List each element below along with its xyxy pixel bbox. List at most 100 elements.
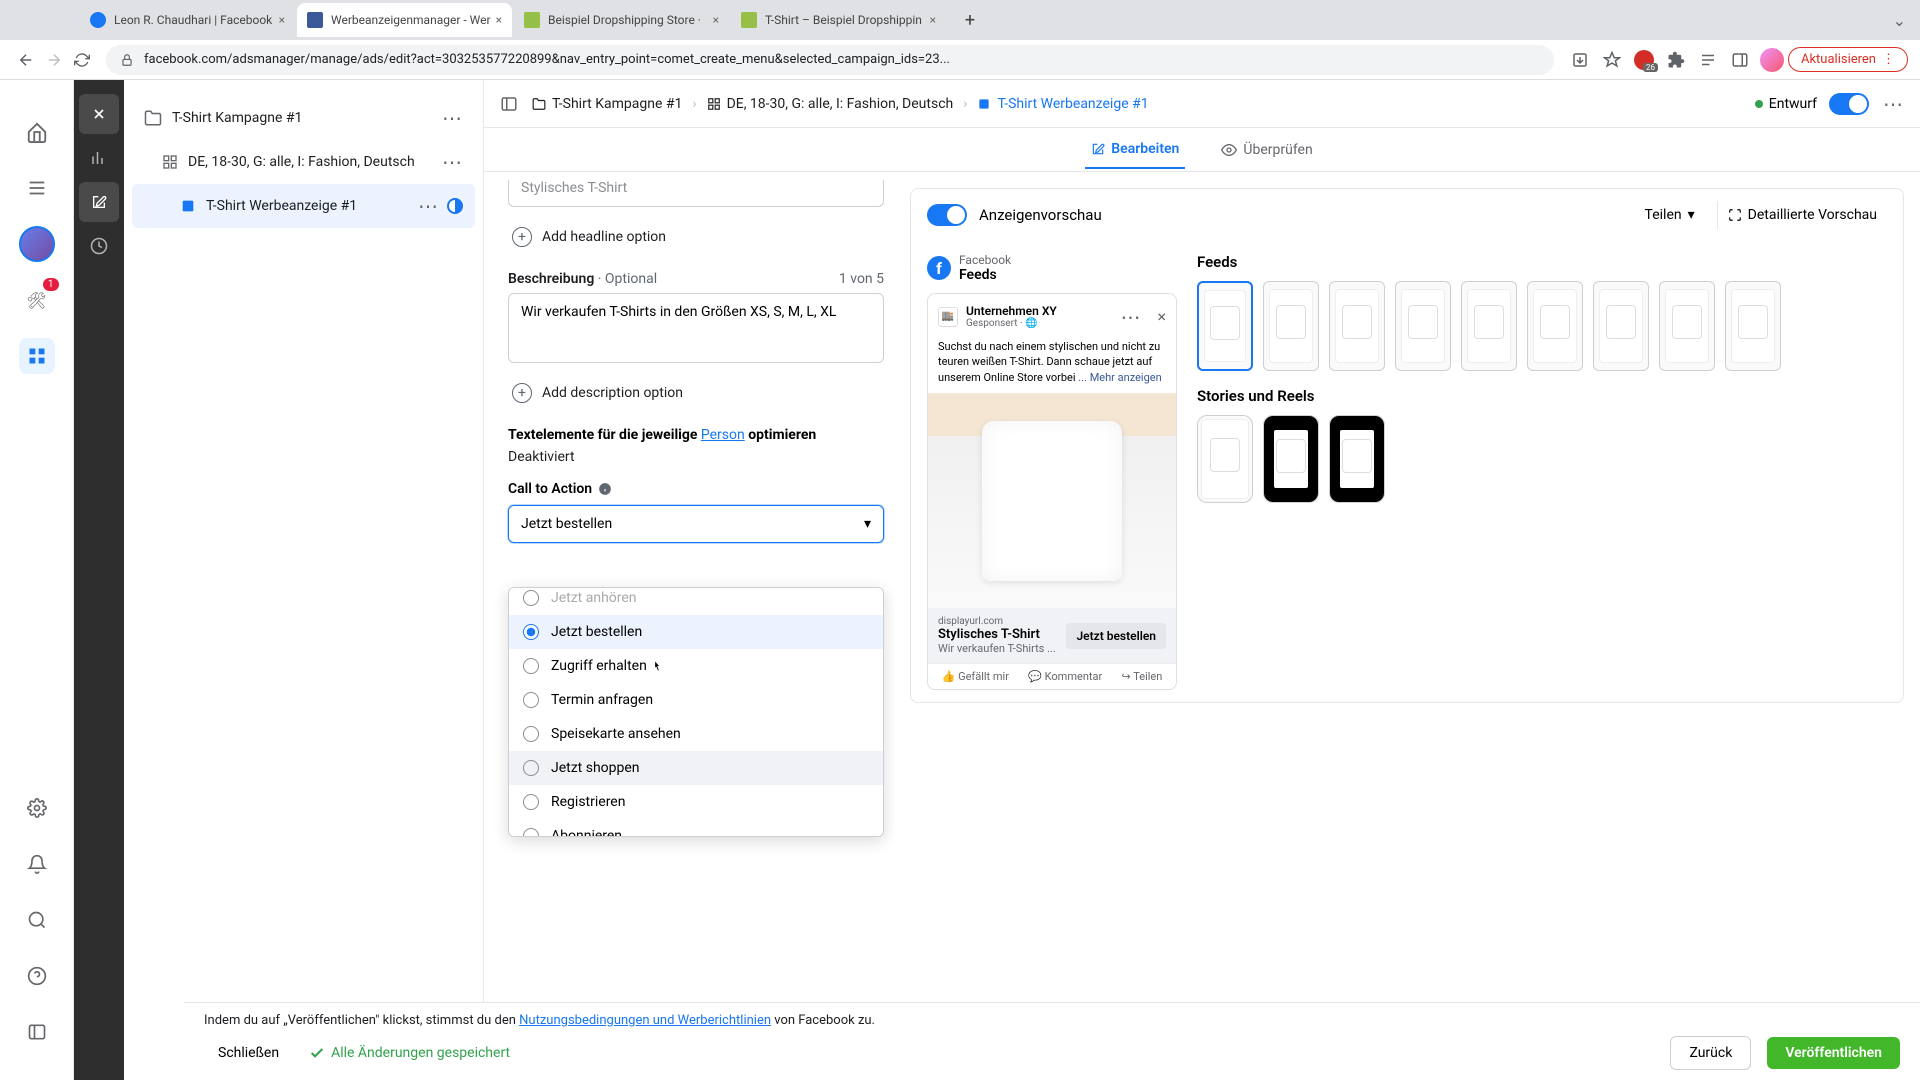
tree-campaign-row[interactable]: T-Shirt Kampagne #1 bbox=[132, 96, 475, 140]
cta-option[interactable]: Registrieren bbox=[509, 785, 883, 819]
post-more-icon[interactable] bbox=[1120, 305, 1141, 329]
share-button[interactable]: ↪ Teilen bbox=[1121, 670, 1162, 683]
tab-overflow-icon[interactable]: ⌄ bbox=[1893, 11, 1906, 30]
cta-option-hover[interactable]: Jetzt shoppen bbox=[509, 751, 883, 785]
preview-toggle[interactable] bbox=[927, 204, 967, 226]
help-icon[interactable] bbox=[19, 958, 55, 994]
grid-icon[interactable] bbox=[19, 338, 55, 374]
placement-thumb[interactable] bbox=[1197, 415, 1253, 503]
browser-tab[interactable]: Beispiel Dropshipping Store · × bbox=[514, 3, 729, 37]
install-icon[interactable] bbox=[1566, 46, 1594, 74]
option-label: Zugriff erhalten bbox=[551, 658, 647, 674]
ext-lastpass-icon[interactable]: 26 bbox=[1630, 46, 1658, 74]
search-icon[interactable] bbox=[19, 902, 55, 938]
cta-option[interactable]: Termin anfragen bbox=[509, 683, 883, 717]
detailed-preview-button[interactable]: Detaillierte Vorschau bbox=[1717, 201, 1887, 229]
reload-button[interactable] bbox=[68, 46, 96, 74]
cta-option[interactable]: Jetzt anhören bbox=[509, 588, 883, 615]
close-editor-button[interactable] bbox=[79, 94, 119, 134]
placement-thumb[interactable] bbox=[1329, 415, 1385, 503]
account-avatar[interactable] bbox=[19, 226, 55, 262]
fb-placement: Feeds bbox=[959, 267, 1011, 283]
post-close-icon[interactable]: × bbox=[1157, 307, 1166, 326]
forward-button[interactable] bbox=[40, 46, 68, 74]
home-icon[interactable] bbox=[19, 114, 55, 150]
placement-thumb[interactable] bbox=[1659, 281, 1715, 371]
extensions-icon[interactable] bbox=[1662, 46, 1690, 74]
collapse-icon[interactable] bbox=[19, 1014, 55, 1050]
placement-thumb[interactable] bbox=[1263, 281, 1319, 371]
crumb-text: T-Shirt Kampagne #1 bbox=[552, 96, 682, 112]
publish-button[interactable]: Veröffentlichen bbox=[1767, 1037, 1900, 1069]
ad-toggle[interactable] bbox=[1829, 93, 1869, 115]
chart-icon[interactable] bbox=[79, 138, 119, 178]
tree-ad-row[interactable]: T-Shirt Werbeanzeige #1 bbox=[132, 184, 475, 228]
cta-option-selected[interactable]: Jetzt bestellen bbox=[509, 615, 883, 649]
tab-review[interactable]: Überprüfen bbox=[1215, 132, 1318, 168]
star-icon[interactable] bbox=[1598, 46, 1626, 74]
placement-thumb[interactable] bbox=[1593, 281, 1649, 371]
more-icon[interactable] bbox=[442, 106, 463, 130]
new-tab-button[interactable]: + bbox=[956, 6, 984, 34]
info-icon[interactable] bbox=[598, 482, 612, 496]
placement-thumb[interactable] bbox=[1527, 281, 1583, 371]
more-icon[interactable] bbox=[418, 194, 439, 218]
browser-tab[interactable]: Leon R. Chaudhari | Facebook × bbox=[80, 3, 295, 37]
placement-thumb[interactable] bbox=[1197, 281, 1253, 371]
placement-thumb[interactable] bbox=[1461, 281, 1517, 371]
crumb-campaign[interactable]: T-Shirt Kampagne #1 bbox=[532, 96, 682, 112]
more-icon[interactable] bbox=[442, 150, 463, 174]
profile-avatar[interactable] bbox=[1758, 46, 1786, 74]
cta-option[interactable]: Speisekarte ansehen bbox=[509, 717, 883, 751]
close-button[interactable]: Schließen bbox=[204, 1037, 293, 1069]
headline-field[interactable]: Stylisches T-Shirt bbox=[508, 180, 884, 207]
close-icon[interactable]: × bbox=[496, 13, 502, 27]
crumb-ad[interactable]: T-Shirt Werbeanzeige #1 bbox=[977, 96, 1148, 112]
add-description-option[interactable]: +Add description option bbox=[508, 373, 884, 413]
close-icon[interactable]: × bbox=[713, 13, 719, 27]
menu-icon[interactable] bbox=[19, 170, 55, 206]
cta-option[interactable]: Abonnieren bbox=[509, 819, 883, 837]
placement-thumb[interactable] bbox=[1725, 281, 1781, 371]
description-field[interactable]: Wir verkaufen T-Shirts in den Größen XS,… bbox=[508, 293, 884, 363]
breadcrumb-bar: T-Shirt Kampagne #1 DE, 18-30, G: alle, … bbox=[484, 80, 1920, 128]
chevron-icon bbox=[963, 96, 967, 112]
share-button[interactable]: Teilen ▾ bbox=[1635, 201, 1705, 229]
close-icon[interactable]: × bbox=[279, 13, 285, 27]
edit-icon[interactable] bbox=[79, 182, 119, 222]
tree-adset-row[interactable]: DE, 18-30, G: alle, I: Fashion, Deutsch bbox=[132, 140, 475, 184]
optimize-link[interactable]: Person bbox=[701, 427, 745, 443]
reading-list-icon[interactable] bbox=[1694, 46, 1722, 74]
browser-tab-active[interactable]: Werbeanzeigenmanager - Wer × bbox=[297, 3, 512, 37]
browser-tab[interactable]: T-Shirt – Beispiel Dropshippin × bbox=[731, 3, 946, 37]
close-icon[interactable]: × bbox=[930, 13, 936, 27]
add-headline-option[interactable]: +Add headline option bbox=[508, 217, 884, 257]
bell-icon[interactable] bbox=[19, 846, 55, 882]
post-cta-button[interactable]: Jetzt bestellen bbox=[1066, 623, 1166, 649]
crumb-adset[interactable]: DE, 18-30, G: alle, I: Fashion, Deutsch bbox=[707, 96, 954, 112]
like-button[interactable]: 👍 Gefällt mir bbox=[942, 670, 1009, 683]
tools-icon[interactable]: 🛠1 bbox=[19, 282, 55, 318]
panel-icon[interactable] bbox=[500, 95, 518, 113]
back-button[interactable] bbox=[12, 46, 40, 74]
settings-icon[interactable] bbox=[19, 790, 55, 826]
tos-link[interactable]: Nutzungsbedingungen und Werberichtlinien bbox=[519, 1013, 771, 1028]
post-more-link[interactable]: ... Mehr anzeigen bbox=[1076, 371, 1162, 384]
more-icon[interactable] bbox=[1883, 92, 1904, 116]
chevron-icon bbox=[692, 96, 696, 112]
back-button[interactable]: Zurück bbox=[1670, 1036, 1751, 1070]
tab-edit[interactable]: Bearbeiten bbox=[1085, 131, 1185, 169]
placement-thumb[interactable] bbox=[1263, 415, 1319, 503]
cta-option[interactable]: Zugriff erhalten bbox=[509, 649, 883, 683]
feeds-thumb-grid bbox=[1197, 281, 1887, 371]
optimize-post: optimieren bbox=[745, 427, 817, 443]
post-body-text: Suchst du nach einem stylischen und nich… bbox=[928, 339, 1176, 393]
placement-thumb[interactable] bbox=[1395, 281, 1451, 371]
cta-select[interactable]: Jetzt bestellen ▾ bbox=[508, 505, 884, 543]
clock-icon[interactable] bbox=[79, 226, 119, 266]
placement-thumb[interactable] bbox=[1329, 281, 1385, 371]
url-field[interactable]: facebook.com/adsmanager/manage/ads/edit?… bbox=[106, 45, 1554, 75]
comment-button[interactable]: 💬 Kommentar bbox=[1028, 670, 1102, 683]
update-button[interactable]: Aktualisieren⋮ bbox=[1788, 47, 1908, 72]
sidepanel-icon[interactable] bbox=[1726, 46, 1754, 74]
